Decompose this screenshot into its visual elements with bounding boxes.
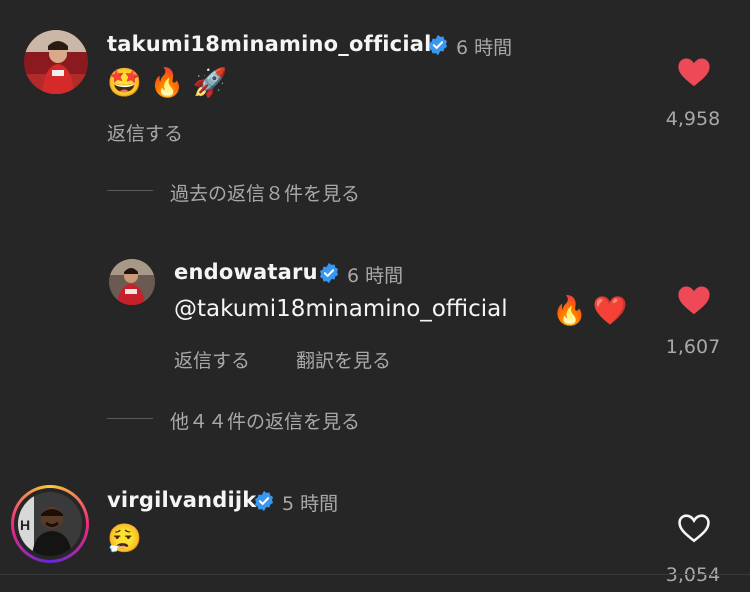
thread-divider [107, 190, 153, 191]
comment-text: 😮‍💨 [107, 522, 142, 555]
story-ring[interactable]: H [11, 485, 89, 563]
avatar-endo[interactable] [109, 259, 155, 305]
timestamp: 5 時間 [282, 493, 339, 515]
heart-outline-icon[interactable] [677, 512, 711, 548]
like-count: 4,958 [665, 108, 721, 130]
thread-divider [107, 418, 153, 419]
username-takumi[interactable]: takumi18minamino_official [107, 32, 432, 56]
verified-badge-icon [318, 262, 340, 288]
timestamp: 6 時間 [347, 265, 404, 287]
username-endo[interactable]: endowataru [174, 260, 318, 284]
view-replies-button[interactable]: 他４４件の返信を見る [170, 407, 360, 434]
view-replies-button[interactable]: 過去の返信８件を見る [170, 179, 360, 206]
svg-text:H: H [20, 517, 30, 533]
reply-button[interactable]: 返信する [174, 346, 250, 373]
like-count: 1,607 [665, 336, 721, 358]
heart-filled-icon[interactable] [677, 56, 711, 92]
verified-badge-icon [427, 34, 449, 60]
comment-text: 🔥❤️ [552, 294, 634, 327]
username-virgil[interactable]: virgilvandijk [107, 488, 256, 512]
reply-button[interactable]: 返信する [107, 119, 183, 146]
verified-badge-icon [253, 490, 275, 516]
comment-text: 🤩🔥🚀 [107, 66, 236, 99]
avatar-virgil: H [18, 492, 82, 556]
like-count: 3,054 [665, 564, 721, 586]
translate-button[interactable]: 翻訳を見る [296, 346, 391, 373]
heart-filled-icon[interactable] [677, 284, 711, 320]
bottom-divider [0, 574, 750, 575]
avatar-takumi[interactable] [24, 30, 88, 94]
mention-link[interactable]: @takumi18minamino_official [174, 296, 508, 322]
timestamp: 6 時間 [456, 37, 513, 59]
